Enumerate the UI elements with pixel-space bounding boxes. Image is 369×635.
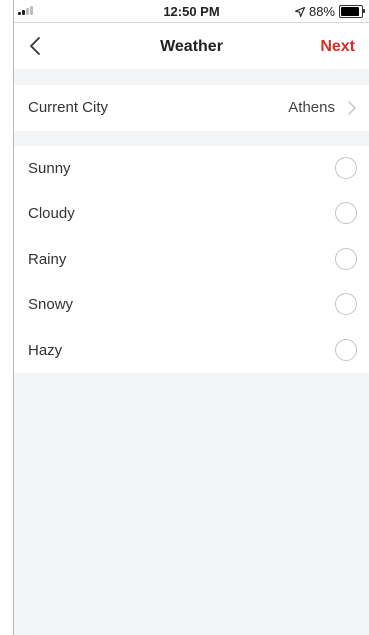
radio-button[interactable] (335, 157, 357, 179)
battery-fill (341, 7, 359, 16)
radio-button[interactable] (335, 202, 357, 225)
weather-option-label: Rainy (28, 250, 67, 268)
weather-option-label: Sunny (28, 160, 71, 177)
weather-option-cloudy[interactable]: Cloudy (14, 191, 369, 236)
page-title: Weather (160, 38, 223, 55)
nav-bar: Weather Next (14, 23, 369, 69)
battery-icon (339, 5, 365, 18)
weather-option-hazy[interactable]: Hazy (14, 328, 369, 373)
next-button[interactable]: Next (320, 38, 355, 56)
status-right: 88% (294, 4, 365, 19)
status-bar: 12:50 PM 88% (14, 0, 369, 23)
chevron-right-icon (348, 101, 356, 115)
phone-screen: 12:50 PM 88% Weather Next Current City A… (13, 0, 369, 635)
weather-option-snowy[interactable]: Snowy (14, 282, 369, 327)
radio-button[interactable] (335, 338, 357, 361)
weather-option-rainy[interactable]: Rainy (14, 237, 369, 282)
weather-options-list: Sunny Cloudy Rainy Snowy Hazy (14, 146, 369, 373)
weather-option-label: Cloudy (28, 205, 75, 223)
battery-percentage: 88% (308, 4, 335, 19)
weather-option-sunny[interactable]: Sunny (14, 146, 369, 191)
weather-option-label: Snowy (28, 296, 74, 314)
current-city-row[interactable]: Current City Athens (14, 85, 369, 131)
weather-option-label: Hazy (28, 341, 63, 359)
location-arrow-icon (294, 6, 305, 17)
current-city-label: Current City (28, 99, 109, 116)
radio-button[interactable] (335, 293, 357, 316)
radio-button[interactable] (335, 247, 357, 270)
current-city-value: Athens (288, 99, 335, 116)
